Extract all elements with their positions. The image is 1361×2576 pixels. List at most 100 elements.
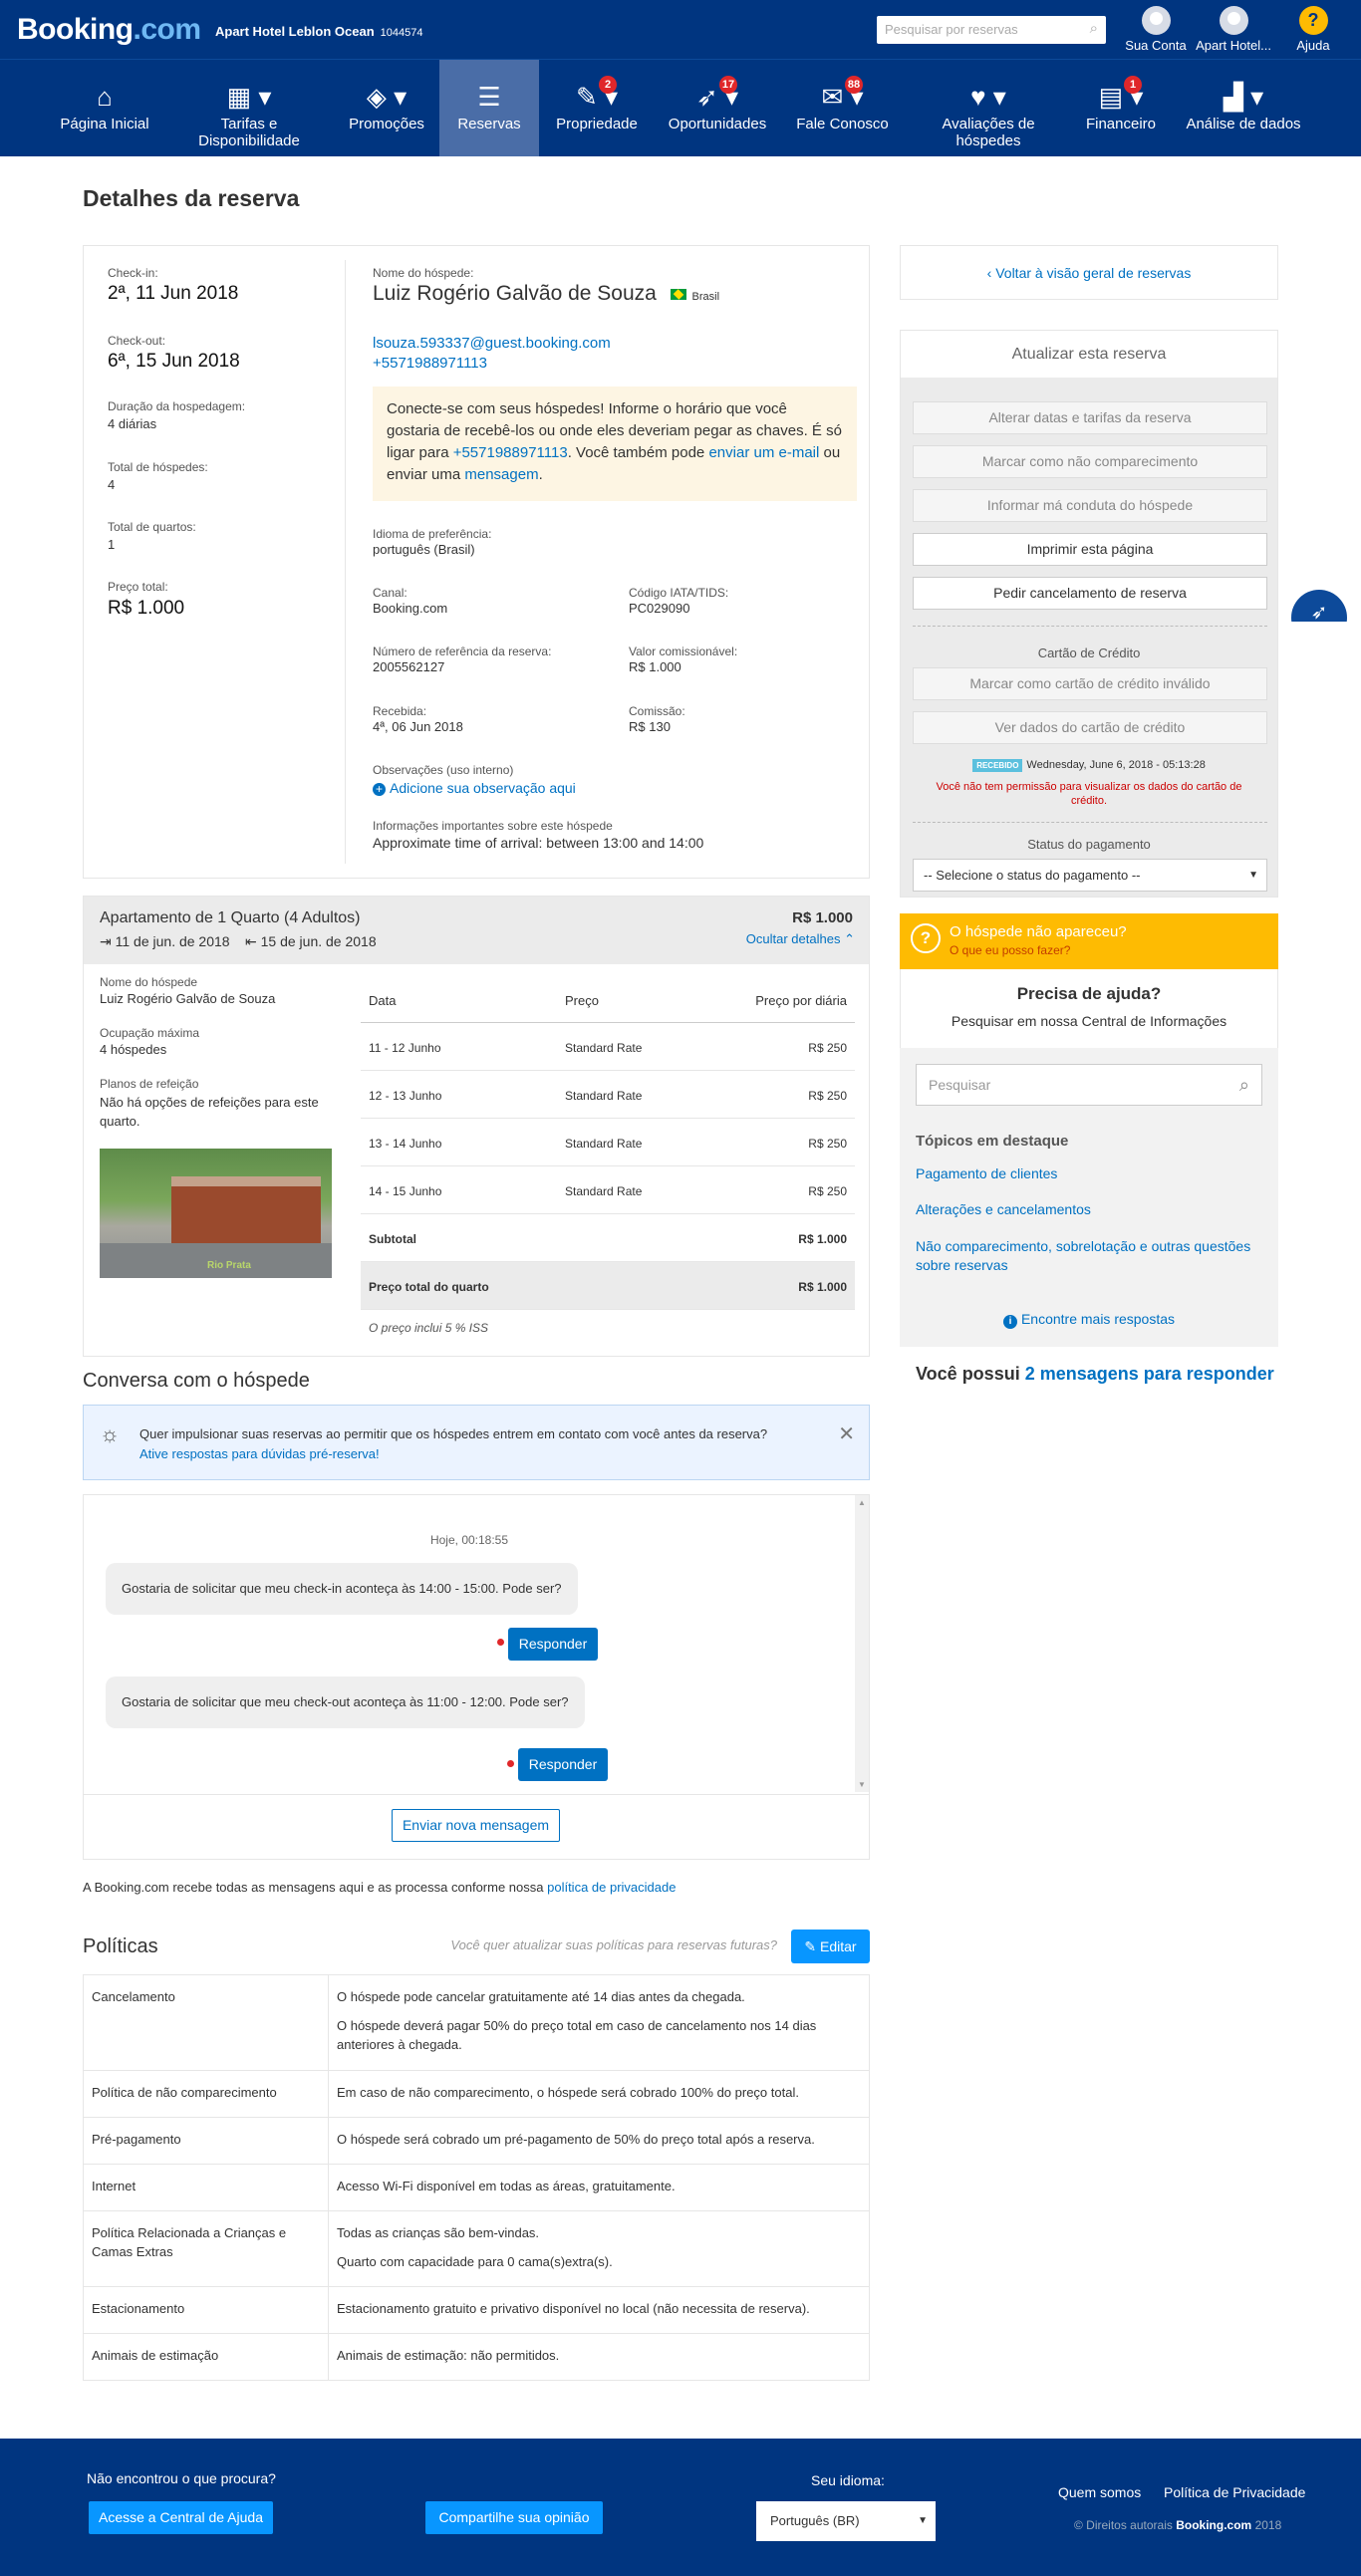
page-title: Detalhes da reserva [83,185,300,211]
room-checkout: ⇤ 15 de jun. de 2018 [245,933,377,949]
policy-row-internet: Internet Acesso Wi-Fi disponível em todas… [84,2165,869,2211]
help-search-input[interactable]: Pesquisar ⌕ [916,1064,1262,1106]
change-dates-button[interactable]: Alterar datas e tarifas da reserva [913,401,1267,434]
nav-opportunities[interactable]: ➶ ▾ 17 Oportunidades [658,60,777,156]
nav-property[interactable]: ✎ ▾ 2 Propriedade [547,60,647,156]
guest-phone-link[interactable]: +5571988971113 [373,355,487,372]
reply-checkout-button[interactable]: Responder [518,1748,608,1781]
list-icon: ☰ [477,82,501,112]
observations-label: Observações (uso interno) [373,763,514,777]
mark-card-invalid-button[interactable]: Marcar como cartão de crédito inválido [913,667,1267,700]
search-icon: ⌕ [1238,1075,1249,1095]
floating-launch-button[interactable]: ➶ [1291,590,1361,622]
home-icon: ⌂ [97,82,113,112]
topic-noshow-link[interactable]: Não comparecimento, sobrelotação e outra… [916,1237,1264,1275]
account-menu[interactable]: Sua Conta [1116,6,1196,53]
policy-row-prepayment: Pré-pagamento O hóspede será cobrado um p… [84,2118,869,2165]
policy-row-children: Política Relacionada a Crianças e Camas … [84,2211,869,2287]
hotel-id: 1044574 [380,27,423,39]
send-message-link[interactable]: mensagem [464,466,538,483]
divider [345,260,346,864]
banner-text: Quer impulsionar suas reservas ao permit… [139,1426,768,1441]
message-thread[interactable]: ▲ ▼ Hoje, 00:18:55 Gostaria de solicitar… [83,1494,870,1792]
top-bar: Booking.com Apart Hotel Leblon Ocean 1044… [0,0,1361,59]
help-menu[interactable]: ? Ajuda [1273,6,1353,53]
guest-email-link[interactable]: lsouza.593337@guest.booking.com [373,335,611,352]
hide-details-link[interactable]: Ocultar detalhes ⌃ [746,931,855,947]
send-new-message-button[interactable]: Enviar nova mensagem [392,1809,560,1842]
note-phone-link[interactable]: +5571988971113 [453,444,568,461]
meal-label: Planos de refeição [100,1077,199,1091]
rocket-icon: ➶ [1291,590,1347,622]
unread-dot [507,1760,514,1767]
message-thread-footer: ▼ Responder Enviar nova mensagem [83,1748,870,1860]
share-feedback-button[interactable]: Compartilhe sua opinião [425,2501,603,2534]
room-photo[interactable]: Rio Prata [100,1149,332,1278]
mark-noshow-button[interactable]: Marcar como não comparecimento [913,445,1267,478]
room-header [84,897,869,964]
send-email-link[interactable]: enviar um e-mail [708,444,819,461]
enable-prebooking-link[interactable]: Ative respostas para dúvidas pré-reserva… [139,1446,380,1461]
thread-scrollbar-lower[interactable]: ▼ [855,1748,869,1792]
received-label: Recebida: [373,704,427,718]
guests-value: 4 [108,477,116,492]
lang-value: português (Brasil) [373,542,475,557]
table-row: 14 - 15 Junho Standard Rate R$ 250 [361,1166,855,1214]
edit-policies-button[interactable]: ✎ Editar [791,1930,870,1963]
privacy-policy-link[interactable]: política de privacidade [547,1880,676,1895]
divider [84,1794,869,1795]
checkout-icon: ⇤ [245,933,261,949]
nav-contact[interactable]: ✉ ▾ 88 Fale Conosco [785,60,900,156]
add-observation-link[interactable]: + Adicione sua observação aqui [373,780,576,796]
close-icon[interactable]: ✕ [838,1421,855,1446]
report-misconduct-button[interactable]: Informar má conduta do hóspede [913,489,1267,522]
footer: Não encontrou o que procura? Acesse a Ce… [0,2439,1361,2576]
pending-messages-link[interactable]: 2 mensagens para responder [1025,1364,1274,1384]
help-center-button[interactable]: Acesse a Central de Ajuda [89,2501,273,2534]
table-row: 11 - 12 Junho Standard Rate R$ 250 [361,1023,855,1071]
print-page-button[interactable]: Imprimir esta página [913,533,1267,566]
reservation-search-input[interactable]: Pesquisar por reservas ⌕ [877,16,1106,44]
reply-checkin-button[interactable]: Responder [508,1628,598,1661]
room-checkin: ⇥ 11 de jun. de 2018 [100,933,230,949]
nav-rates[interactable]: ▦ ▾ Tarifas e Disponibilidade [179,60,319,156]
topic-changes-link[interactable]: Alterações e cancelamentos [916,1201,1091,1217]
important-info-label: Informações importantes sobre este hóspe… [373,819,613,833]
rooms-label: Total de quartos: [108,520,196,534]
chevron-up-icon: ⌃ [844,931,855,946]
booking-logo[interactable]: Booking.com [17,13,201,47]
calendar-icon: ▦ ▾ [226,82,272,112]
nav-analytics[interactable]: ▟ ▾ Análise de dados [1179,60,1308,156]
caret-down-icon: ▼ [918,2515,928,2526]
language-select[interactable]: Português (BR) ▼ [756,2501,936,2541]
topic-payment-link[interactable]: Pagamento de clientes [916,1165,1057,1181]
table-header-nightly: Preço por diária [755,993,847,1008]
nav-finance[interactable]: ▤ ▾ 1 Financeiro [1071,60,1171,156]
more-answers-link[interactable]: i Encontre mais respostas [900,1311,1278,1329]
nav-reviews[interactable]: ♥ ▾ Avaliações de hóspedes [919,60,1058,156]
policies-update-prompt: Você quer atualizar suas políticas para … [450,1937,777,1952]
room-guest-value: Luiz Rogério Galvão de Souza [100,991,276,1006]
pencil-icon: ✎ [804,1938,821,1954]
important-info-value: Approximate time of arrival: between 13:… [373,835,704,851]
nav-reservations[interactable]: ☰ Reservas [439,60,539,156]
footer-privacy-link[interactable]: Política de Privacidade [1164,2484,1305,2500]
back-box: ‹ Voltar à visão geral de reservas [900,245,1278,300]
brazil-flag-icon [670,288,686,300]
about-link[interactable]: Quem somos [1058,2484,1141,2500]
view-card-button[interactable]: Ver dados do cartão de crédito [913,711,1267,744]
nav-home[interactable]: ⌂ Página Inicial [50,60,159,156]
channel-label: Canal: [373,586,408,600]
total-row: Preço total do quarto R$ 1.000 [361,1262,855,1310]
rocket-icon: ➶ ▾ 17 [658,76,777,116]
property-menu[interactable]: Apart Hotel... [1194,6,1273,53]
conversation-title: Conversa com o hóspede [83,1370,310,1392]
messages-pending: Você possui 2 mensagens para responder [916,1364,1274,1384]
nav-promotions[interactable]: ◈ ▾ Promoções [337,60,436,156]
payment-status-select[interactable]: -- Selecione o status do pagamento -- ▼ [913,859,1267,892]
back-to-reservations-link[interactable]: ‹ Voltar à visão geral de reservas [901,265,1277,281]
lang-label: Idioma de preferência: [373,527,492,541]
noshow-help-link[interactable]: O que eu posso fazer? [950,943,1070,957]
request-cancellation-button[interactable]: Pedir cancelamento de reserva [913,577,1267,610]
help-panel: Pesquisar ⌕ Tópicos em destaque Pagamento… [900,1048,1278,1347]
